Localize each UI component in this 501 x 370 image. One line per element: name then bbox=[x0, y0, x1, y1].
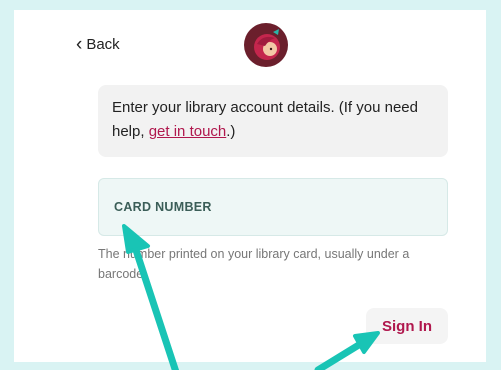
libby-logo-icon bbox=[244, 23, 288, 67]
login-panel: ‹ Back Enter your library account detail… bbox=[14, 10, 486, 362]
chevron-left-icon: ‹ bbox=[76, 33, 83, 55]
back-label: Back bbox=[86, 36, 120, 53]
back-button[interactable]: ‹ Back bbox=[76, 33, 120, 55]
get-in-touch-link[interactable]: get in touch bbox=[149, 123, 227, 140]
card-number-help-text: The number printed on your library card,… bbox=[98, 247, 410, 281]
sign-in-button[interactable]: Sign In bbox=[366, 308, 448, 344]
card-number-field[interactable]: CARD NUMBER bbox=[98, 178, 448, 236]
instructions-text-end: .) bbox=[226, 123, 236, 140]
card-number-label: CARD NUMBER bbox=[114, 200, 212, 214]
instructions-box: Enter your library account details. (If … bbox=[98, 85, 448, 157]
